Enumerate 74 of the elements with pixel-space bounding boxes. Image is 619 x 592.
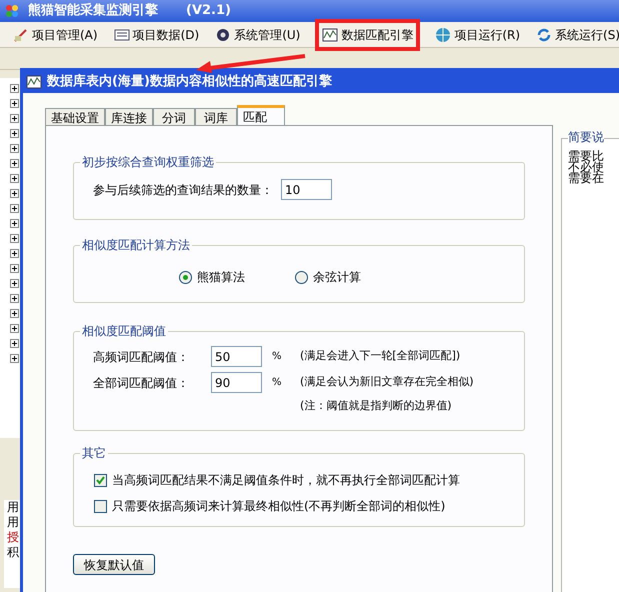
dialog-title: 数据库表内(海量)数据内容相似性的高速匹配引擎 [47, 72, 332, 92]
expand-icon[interactable] [10, 324, 19, 333]
expand-icon[interactable] [10, 264, 19, 273]
menu-item[interactable]: 项目管理(A) [10, 22, 101, 46]
expand-icon[interactable] [10, 159, 19, 168]
expand-icon[interactable] [10, 114, 19, 123]
field-label: 全部词匹配阈值： [93, 374, 190, 392]
radio-button[interactable] [179, 270, 192, 284]
unit-text: % [271, 350, 283, 364]
note-text: (满足会进入下一轮[全部词匹配]) [300, 348, 460, 364]
menu-item[interactable]: 系统运行(S) [533, 22, 619, 46]
expand-icon[interactable] [10, 249, 19, 258]
number-field[interactable]: 90 [211, 372, 262, 393]
group-title: 相似度匹配阈值 [80, 323, 168, 339]
chart-icon [322, 26, 338, 42]
tab[interactable]: 分词 [153, 108, 195, 125]
field-label: 高频词匹配阈值： [93, 348, 190, 366]
number-field[interactable]: 10 [281, 179, 332, 200]
expand-icon[interactable] [10, 129, 19, 138]
info-text: 积 [7, 545, 20, 560]
expand-icon[interactable] [10, 234, 19, 243]
radio-button[interactable] [295, 270, 308, 284]
info-text: 用 [7, 500, 20, 515]
globe-icon [435, 26, 452, 42]
expand-icon[interactable] [10, 354, 19, 363]
info-text: 用 [7, 515, 20, 530]
expand-icon[interactable] [10, 204, 19, 213]
tab[interactable]: 基础设置 [45, 108, 105, 125]
group-title: 相似度匹配计算方法 [80, 237, 192, 253]
expand-icon[interactable] [10, 84, 19, 93]
expand-icon[interactable] [10, 144, 19, 153]
unit-text: % [271, 376, 283, 390]
tab[interactable]: 词库 [195, 108, 237, 125]
checkbox[interactable] [94, 500, 107, 512]
menu-item[interactable]: 系统管理(U) [212, 22, 304, 46]
checkbox-label: 只需要依据高频词来计算最终相似性(不再判断全部词的相似性) [112, 498, 446, 515]
note-text: (满足会认为新旧文章存在完全相似) [300, 374, 474, 390]
menu-item[interactable]: 项目运行(R) [432, 22, 524, 46]
list-icon [114, 26, 130, 42]
field-label: 参与后续筛选的查询结果的数量： [93, 182, 273, 198]
radio-label: 余弦计算 [313, 269, 361, 286]
reset-button[interactable]: 恢复默认值 [73, 554, 155, 575]
note-text: (注：阈值就是指判断的边界值) [299, 398, 453, 414]
chart-icon [26, 74, 42, 90]
expand-icon[interactable] [10, 279, 19, 288]
expand-icon[interactable] [10, 189, 19, 198]
expand-icon[interactable] [10, 309, 19, 318]
check-icon [96, 476, 105, 484]
app-title: 熊猫智能采集监测引擎 [28, 2, 158, 20]
tab[interactable]: 库连接 [105, 108, 153, 125]
checkbox-label: 当高频词匹配结果不满足阈值条件时，就不再执行全部词匹配计算 [112, 472, 460, 489]
side-panel-text: 不必使 [568, 162, 605, 173]
sync-icon [536, 26, 552, 42]
expand-icon[interactable] [10, 339, 19, 348]
expand-icon[interactable] [10, 219, 19, 228]
side-panel-text: 需要比 [568, 151, 605, 162]
menu-item[interactable]: 项目数据(D) [110, 22, 202, 46]
expand-icon[interactable] [10, 174, 19, 183]
group-title: 初步按综合查询权重筛选 [80, 154, 216, 170]
gear-icon [215, 26, 232, 42]
app-logo-icon [4, 3, 20, 19]
app-version: (V2.1) [186, 2, 231, 20]
info-text: 授 [7, 530, 20, 545]
expand-icon[interactable] [10, 294, 19, 303]
menu-item[interactable]: 数据匹配引擎 [319, 22, 416, 46]
number-field[interactable]: 50 [211, 346, 262, 367]
checkbox[interactable] [94, 474, 107, 486]
radio-label: 熊猫算法 [197, 269, 245, 286]
tools-icon [13, 26, 29, 42]
side-panel-text: 需要在 [568, 173, 605, 184]
side-panel-title: 简要说 [568, 132, 604, 143]
group-title: 其它 [80, 445, 108, 461]
tab[interactable]: 匹配 [237, 105, 285, 125]
expand-icon[interactable] [10, 99, 19, 108]
